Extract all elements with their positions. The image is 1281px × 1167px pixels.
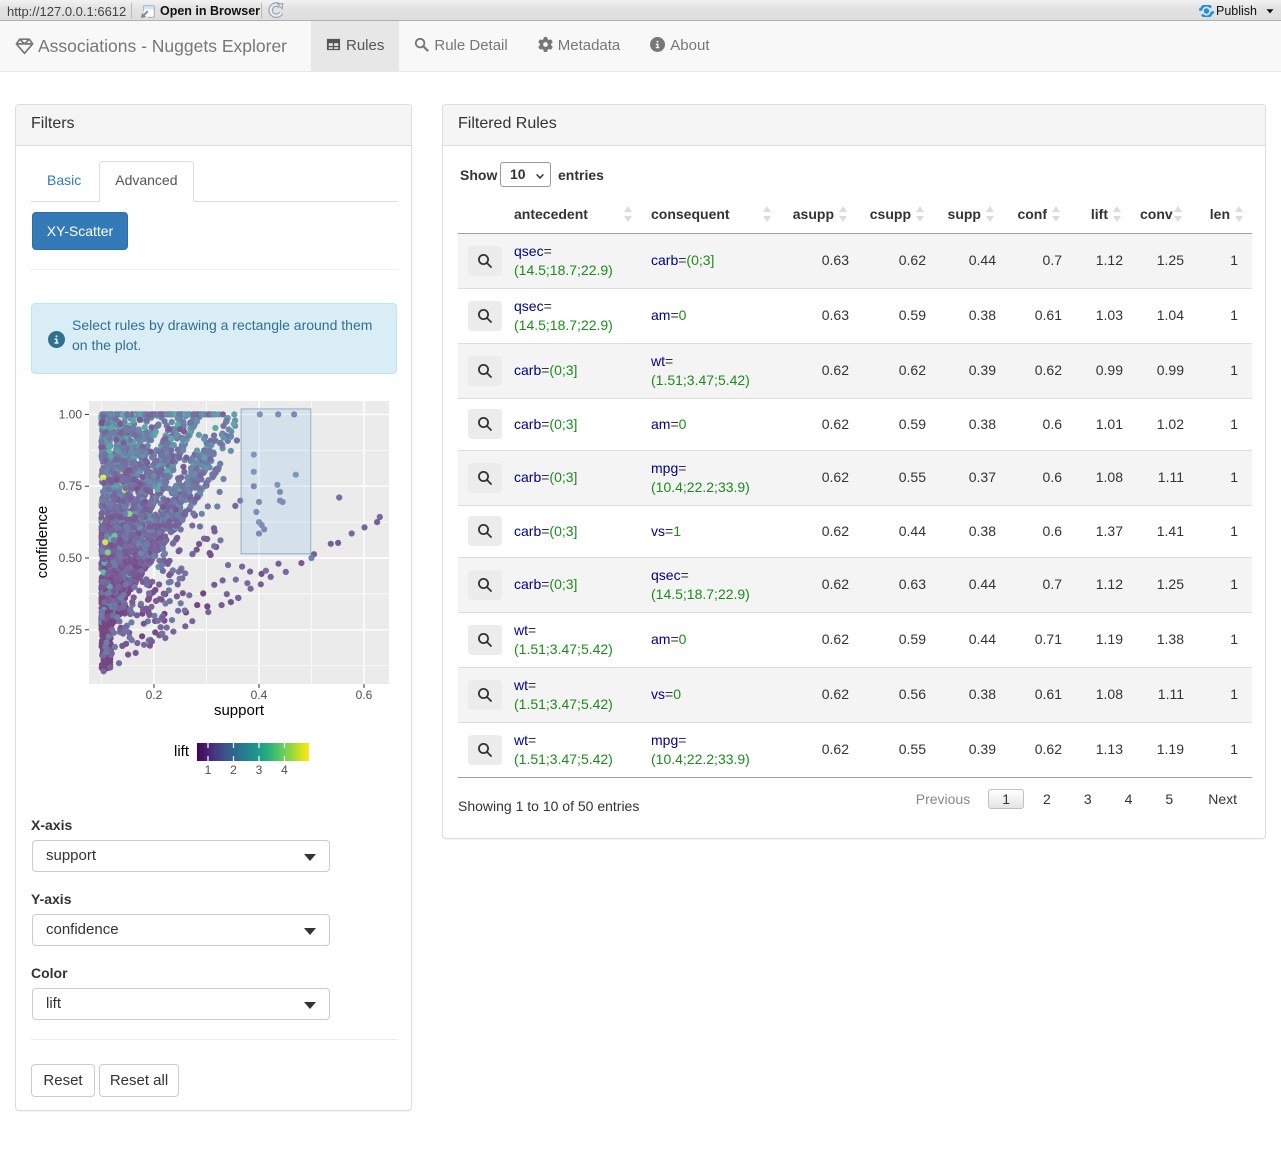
svg-text:0.75: 0.75 xyxy=(59,479,83,493)
svg-text:lift: lift xyxy=(174,743,190,760)
svg-text:0.4: 0.4 xyxy=(251,688,268,702)
svg-text:1.00: 1.00 xyxy=(59,407,83,421)
svg-text:confidence: confidence xyxy=(34,506,51,579)
svg-text:1: 1 xyxy=(205,763,212,777)
svg-text:3: 3 xyxy=(256,763,263,777)
svg-text:0.6: 0.6 xyxy=(356,688,373,702)
svg-text:0.25: 0.25 xyxy=(59,623,83,637)
svg-text:0.2: 0.2 xyxy=(146,688,163,702)
svg-text:support: support xyxy=(214,702,265,719)
svg-text:0.50: 0.50 xyxy=(59,551,83,565)
svg-text:4: 4 xyxy=(281,763,288,777)
svg-text:2: 2 xyxy=(230,763,237,777)
